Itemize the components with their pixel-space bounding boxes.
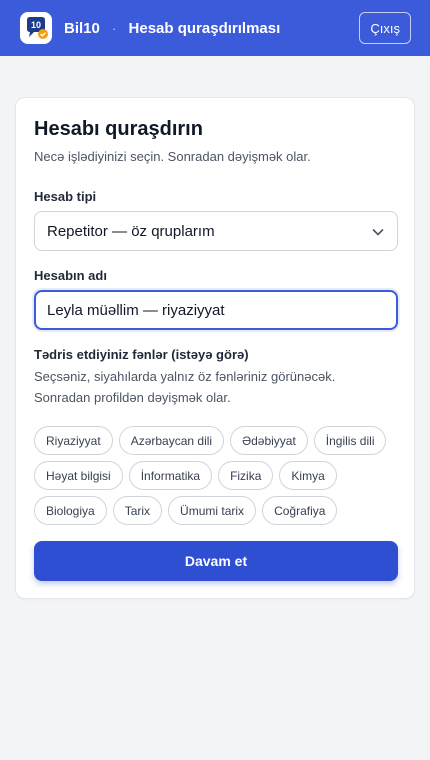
subject-chip[interactable]: Tarix: [112, 496, 163, 525]
subject-chip[interactable]: Ədəbiyyat: [230, 426, 308, 455]
top-bar: 10 Bil10 · Hesab quraşdırılması Çıxış: [0, 0, 430, 56]
chevron-down-icon: [372, 229, 384, 236]
page-subtitle: Necə işlədiyinizi seçin. Sonradan dəyişm…: [34, 149, 311, 164]
subjects-label: Tədris etdiyiniz fənlər (istəyə görə): [34, 347, 249, 362]
account-name-input[interactable]: Leyla müəllim — riyaziyyat: [34, 290, 398, 330]
logout-button[interactable]: Çıxış: [359, 12, 411, 44]
subject-chip[interactable]: Coğrafiya: [262, 496, 338, 525]
subjects-help-line-2: Sonradan profildən dəyişmək olar.: [34, 390, 231, 405]
subject-chip[interactable]: İngilis dili: [313, 426, 387, 455]
subject-chip[interactable]: Riyaziyyat: [34, 426, 113, 455]
subject-chip-list: Riyaziyyat Azərbaycan dili Ədəbiyyat İng…: [34, 426, 400, 525]
account-setup-card: Hesabı quraşdırın Necə işlədiyinizi seçi…: [15, 97, 415, 599]
account-type-label: Hesab tipi: [34, 189, 97, 204]
brand-name: Bil10: [64, 19, 100, 37]
logo-graphic: 10: [27, 17, 48, 39]
subject-chip[interactable]: İnformatika: [128, 461, 213, 490]
page-title: Hesabı quraşdırın: [34, 118, 203, 140]
logo-text: 10: [31, 20, 41, 30]
account-type-value: Repetitor — öz qruplarım: [47, 222, 215, 240]
header-title: Hesab quraşdırılması: [128, 19, 281, 37]
continue-button[interactable]: Davam et: [34, 541, 398, 581]
subject-chip[interactable]: Fizika: [218, 461, 274, 490]
subjects-help-line-1: Seçsəniz, siyahılarda yalnız öz fənlərin…: [34, 369, 336, 384]
account-name-label: Hesabın adı: [34, 268, 107, 283]
account-type-select[interactable]: Repetitor — öz qruplarım: [34, 211, 398, 251]
subject-chip[interactable]: Ümumi tarix: [168, 496, 257, 525]
header-separator: ·: [111, 20, 117, 36]
subject-chip[interactable]: Həyat bilgisi: [34, 461, 123, 490]
app-logo-icon: 10: [20, 12, 52, 44]
subject-chip[interactable]: Kimya: [279, 461, 337, 490]
subjects-help: Seçsəniz, siyahılarda yalnız öz fənlərin…: [34, 366, 394, 408]
subject-chip[interactable]: Azərbaycan dili: [118, 426, 225, 455]
subject-chip[interactable]: Biologiya: [34, 496, 107, 525]
